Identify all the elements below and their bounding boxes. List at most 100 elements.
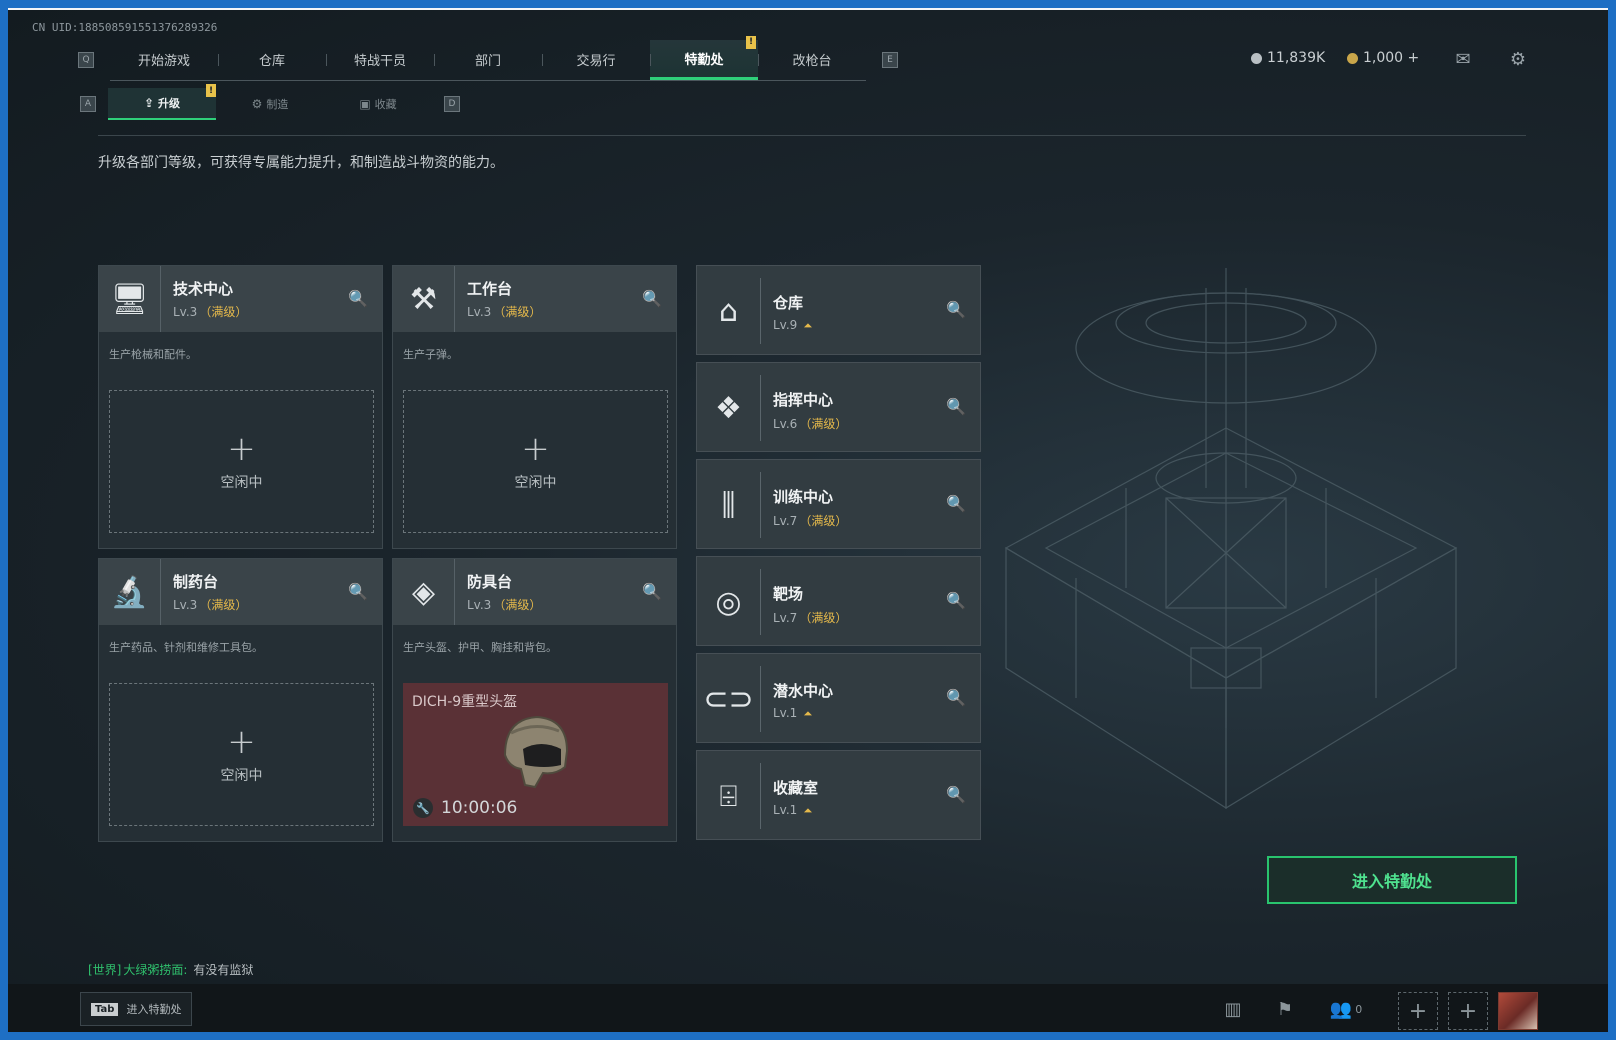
card-header: 🖥 技术中心 Lv.3 （满级） 🔍 [99,266,382,332]
facility-titles: 收藏室 Lv.1 ⏶ [773,777,818,818]
friends-count: 0 [1355,1002,1363,1016]
level-value: Lv.3 [173,305,198,319]
uid-label: CN UID:18850859155137628932​6 [32,21,218,34]
search-icon[interactable]: 🔍 [946,785,966,804]
subnav-next-key[interactable]: D [444,96,460,112]
gold-currency[interactable]: 1,000 + [1347,50,1419,66]
facility-row-command-center[interactable]: ❖ 指挥中心 Lv.6 （满级） 🔍 [696,362,981,452]
tab-gunsmith[interactable]: 改枪台 [758,40,866,80]
search-icon[interactable]: 🔍 [642,581,662,601]
settings-gear-icon[interactable]: ⚙ [1506,48,1530,70]
chat-line[interactable]: [世界] 大绿粥捞面: 有没有监狱 [88,961,253,978]
base-wireframe-illustration [1004,268,1458,810]
search-icon[interactable]: 🔍 [348,581,368,601]
tab-operators[interactable]: 特战干员 [326,40,434,80]
workshop-card-workbench[interactable]: ⚒ 工作台 Lv.3 （满级） 🔍 生产子弹。 + 空闲中 [392,265,677,549]
tab-trading[interactable]: 交易行 [542,40,650,80]
computer-icon: 🖥 [99,266,161,332]
crafting-item-name: DICH-9重型头盔 [412,694,518,710]
production-slot-empty[interactable]: + 空闲中 [109,683,374,826]
tab-start-game[interactable]: 开始游戏 [110,40,218,80]
flag-icon[interactable]: ⚑ [1270,994,1300,1024]
facility-name: 指挥中心 [773,391,834,409]
search-icon[interactable]: 🔍 [946,300,966,319]
stats-chart-icon[interactable]: ▥ [1218,994,1248,1024]
max-level-tag: （满级） [799,417,848,431]
level-value: Lv.1 [773,706,798,720]
tab-upgrade[interactable]: ⇪ 升级 ! [108,84,216,120]
silver-currency[interactable]: 11,839K [1251,50,1325,66]
search-icon[interactable]: 🔍 [348,288,368,308]
armor-blocks-icon: ◈ [393,559,455,625]
nav-prev-key[interactable]: Q [78,52,94,68]
facility-row-warehouse[interactable]: ⌂ 仓库 Lv.9 ⏶ 🔍 [696,265,981,355]
production-slot-empty[interactable]: + 空闲中 [109,390,374,533]
bottom-bar: Tab 进入特勤处 ▥ ⚑ 👥 0 + + [8,984,1608,1032]
add-icon: + [521,428,550,469]
facility-row-training-center[interactable]: ⫼ 训练中心 Lv.7 （满级） 🔍 [696,459,981,549]
hammer-wrench-icon: ⚒ [393,266,455,332]
max-level-tag: （满级） [799,514,848,528]
facility-name: 仓库 [773,294,804,312]
subnav-prev-key[interactable]: A [80,96,96,112]
tab-departments[interactable]: 部门 [434,40,542,80]
workshop-card-tech-center[interactable]: 🖥 技术中心 Lv.3 （满级） 🔍 生产枪械和配件。 + 空闲中 [98,265,383,549]
tab-warehouse[interactable]: 仓库 [218,40,326,80]
slot-status: 空闲中 [514,474,557,491]
facility-titles: 潜水中心 Lv.1 ⏶ [773,680,833,721]
max-level-tag: （满级） [493,305,542,319]
nav-next-key[interactable]: E [882,52,898,68]
level-value: Lv.3 [467,305,492,319]
search-icon[interactable]: 🔍 [946,494,966,513]
player-avatar[interactable] [1498,992,1538,1030]
facility-level: Lv.6 （满级） [773,415,847,432]
tab-shortcut-hint[interactable]: Tab 进入特勤处 [80,992,193,1026]
workshop-level: Lv.3 （满级） [467,596,541,613]
tab-collect[interactable]: ▣ 收藏 [324,88,432,120]
add-teammate-slot[interactable]: + [1398,992,1438,1030]
facility-titles: 靶场 Lv.7 （满级） [773,583,847,626]
enter-special-ops-button[interactable]: 进入特勤处 [1267,856,1517,904]
tab-special-ops[interactable]: 特勤处 ! [650,35,758,80]
workshop-card-pharmacy[interactable]: 🔬 制药台 Lv.3 （满级） 🔍 生产药品、针剂和维修工具包。 + 空闲中 [98,558,383,842]
add-teammate-slot[interactable]: + [1448,992,1488,1030]
friends-button[interactable]: 👥 0 [1324,994,1368,1024]
tab-craft[interactable]: ⚙ 制造 [216,88,324,120]
upgrade-available-icon: ⏶ [803,804,813,817]
upgrade-available-icon: ⏶ [803,319,813,332]
production-slot-empty[interactable]: + 空闲中 [403,390,668,533]
workshop-description: 生产头盔、护甲、胸挂和背包。 [403,641,557,654]
gold-coin-icon [1347,52,1358,64]
workshop-description: 生产枪械和配件。 [109,348,197,361]
facility-name: 训练中心 [773,488,834,506]
silver-amount: 11,839K [1267,50,1326,66]
facility-row-shooting-range[interactable]: ◎ 靶场 Lv.7 （满级） 🔍 [696,556,981,646]
production-slot-active[interactable]: DICH-9重型头盔 🔧 10:00:06 [403,683,668,826]
workshop-card-armor-bench[interactable]: ◈ 防具台 Lv.3 （满级） 🔍 生产头盔、护甲、胸挂和背包。 DICH-9重型… [392,558,677,842]
sub-tabs: ⇪ 升级 ! ⚙ 制造 ▣ 收藏 [108,84,432,120]
search-icon[interactable]: 🔍 [946,397,966,416]
friends-icon: 👥 [1329,998,1353,1020]
max-level-tag: （满级） [493,598,542,612]
dumbbell-icon: ⫼ [697,472,761,538]
facility-name: 潜水中心 [773,682,834,700]
mail-icon[interactable]: ✉ [1451,48,1475,70]
helmet-image [503,715,569,789]
facility-row-diving-center[interactable]: ⊂⊃ 潜水中心 Lv.1 ⏶ 🔍 [696,653,981,743]
level-value: Lv.3 [467,598,492,612]
craft-icon: ⚙ [251,97,263,111]
search-icon[interactable]: 🔍 [946,591,966,610]
page-description: 升级各部门等级，可获得专属能力提升，和制造战斗物资的能力。 [98,155,504,171]
level-value: Lv.9 [773,318,798,332]
header-divider [98,135,1526,136]
slot-status: 空闲中 [220,474,263,491]
search-icon[interactable]: 🔍 [642,288,662,308]
tab-craft-label: 制造 [266,98,289,111]
hint-label: 进入特勤处 [126,1003,182,1016]
workshop-description: 生产药品、针剂和维修工具包。 [109,641,263,654]
workshop-name: 技术中心 [173,280,234,298]
card-header: 🔬 制药台 Lv.3 （满级） 🔍 [99,559,382,625]
card-header: ◈ 防具台 Lv.3 （满级） 🔍 [393,559,676,625]
facility-row-collection-room[interactable]: ⌹ 收藏室 Lv.1 ⏶ 🔍 [696,750,981,840]
search-icon[interactable]: 🔍 [946,688,966,707]
